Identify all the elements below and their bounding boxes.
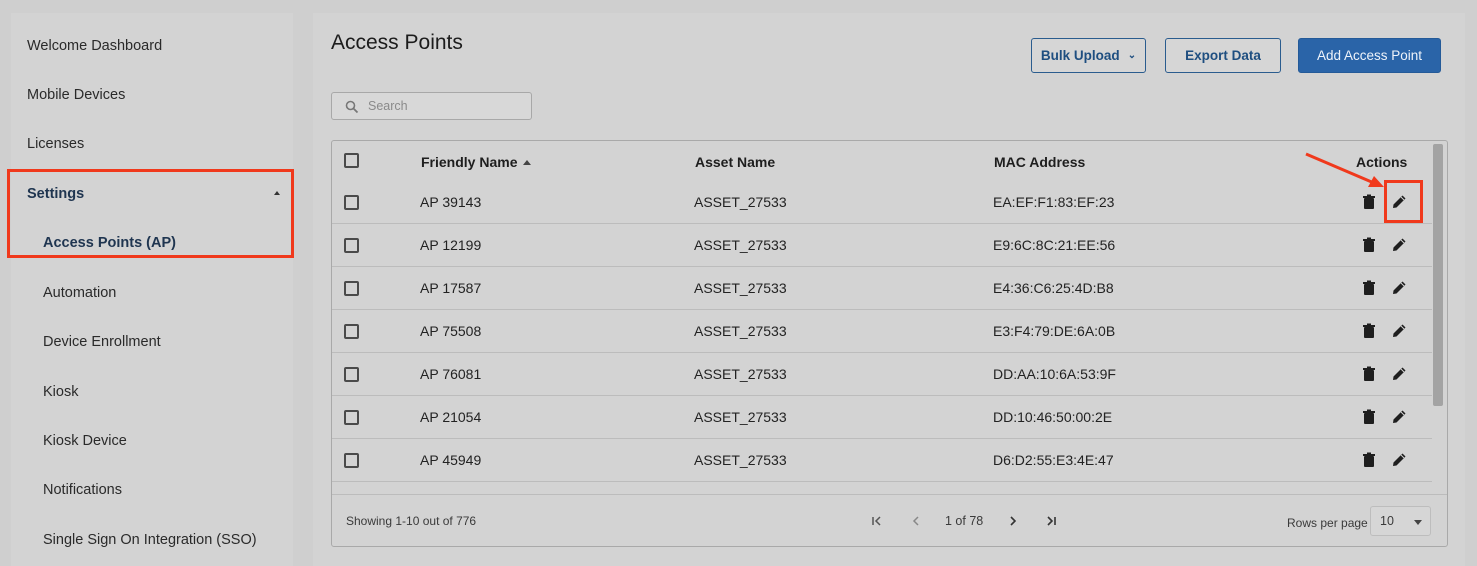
edit-icon[interactable]	[1390, 365, 1408, 383]
previous-page-button[interactable]	[910, 515, 922, 530]
sidebar-item-automation[interactable]: Automation	[43, 285, 116, 301]
first-page-button[interactable]	[871, 515, 883, 530]
cell-friendly-name: AP 21054	[420, 409, 482, 425]
chevron-left-icon	[912, 516, 919, 526]
sort-ascending-icon[interactable]	[523, 160, 532, 165]
chevron-up-icon[interactable]	[274, 191, 280, 195]
cell-mac-address: E3:F4:79:DE:6A:0B	[993, 323, 1116, 339]
search-box	[331, 92, 532, 120]
edit-icon[interactable]	[1390, 193, 1408, 211]
showing-count: Showing 1-10 out of 776	[346, 514, 477, 528]
table-row[interactable]: AP 45949 ASSET_27533 D6:D2:55:E3:4E:47	[332, 439, 1432, 482]
chevron-down-icon: ⌄	[1127, 50, 1137, 61]
column-asset-name[interactable]: Asset Name	[695, 154, 775, 170]
delete-icon[interactable]	[1360, 193, 1378, 211]
table-row[interactable]: AP 12199 ASSET_27533 E9:6C:8C:21:EE:56	[332, 224, 1432, 267]
delete-icon[interactable]	[1360, 236, 1378, 254]
cell-asset-name: ASSET_27533	[694, 237, 787, 253]
sidebar-item-mobile-devices[interactable]: Mobile Devices	[27, 87, 125, 103]
cell-friendly-name: AP 75508	[420, 323, 482, 339]
page-title: Access Points	[331, 31, 463, 54]
cell-mac-address: DD:AA:10:6A:53:9F	[993, 366, 1116, 382]
rows-per-page-label: Rows per page	[1287, 516, 1368, 530]
column-friendly-name[interactable]: Friendly Name	[421, 154, 532, 170]
cell-asset-name: ASSET_27533	[694, 452, 787, 468]
sidebar-item-device-enrollment[interactable]: Device Enrollment	[43, 334, 161, 350]
cell-friendly-name: AP 76081	[420, 366, 482, 382]
edit-icon[interactable]	[1390, 279, 1408, 297]
edit-icon[interactable]	[1390, 236, 1408, 254]
table-row[interactable]: AP 75508 ASSET_27533 E3:F4:79:DE:6A:0B	[332, 310, 1432, 353]
bulk-upload-button[interactable]: Bulk Upload ⌄	[1031, 38, 1146, 73]
chevron-right-icon	[1010, 516, 1017, 526]
delete-icon[interactable]	[1360, 408, 1378, 426]
delete-icon[interactable]	[1360, 322, 1378, 340]
row-checkbox[interactable]	[344, 324, 359, 339]
delete-icon[interactable]	[1360, 279, 1378, 297]
cell-mac-address: E9:6C:8C:21:EE:56	[993, 237, 1116, 253]
table-row[interactable]: AP 76081 ASSET_27533 DD:AA:10:6A:53:9F	[332, 353, 1432, 396]
column-mac-address[interactable]: MAC Address	[994, 154, 1085, 170]
rows-per-page-select[interactable]: 10	[1370, 506, 1431, 536]
access-points-table: Friendly Name Asset Name MAC Address Act…	[331, 140, 1448, 547]
sidebar: Welcome Dashboard Mobile Devices License…	[11, 13, 293, 566]
export-data-button[interactable]: Export Data	[1165, 38, 1281, 73]
cell-friendly-name: AP 17587	[420, 280, 482, 296]
main-panel: Access Points Bulk Upload ⌄ Export Data …	[313, 13, 1465, 566]
column-actions: Actions	[1356, 154, 1408, 170]
sidebar-item-kiosk-device[interactable]: Kiosk Device	[43, 433, 127, 449]
add-access-point-button[interactable]: Add Access Point	[1298, 38, 1441, 73]
sidebar-item-welcome-dashboard[interactable]: Welcome Dashboard	[27, 38, 162, 54]
sidebar-item-kiosk[interactable]: Kiosk	[43, 384, 78, 400]
delete-icon[interactable]	[1360, 365, 1378, 383]
cell-friendly-name: AP 39143	[420, 194, 482, 210]
first-page-icon	[872, 516, 881, 526]
cell-mac-address: D6:D2:55:E3:4E:47	[993, 452, 1114, 468]
delete-icon[interactable]	[1360, 451, 1378, 469]
last-page-icon	[1047, 516, 1056, 526]
table-footer: Showing 1-10 out of 776 1 of 78 Rows per…	[332, 494, 1447, 546]
search-icon	[345, 100, 359, 114]
row-checkbox[interactable]	[344, 281, 359, 296]
cell-asset-name: ASSET_27533	[694, 409, 787, 425]
select-all-checkbox[interactable]	[344, 153, 359, 168]
sidebar-item-settings[interactable]: Settings	[27, 186, 84, 202]
cell-mac-address: EA:EF:F1:83:EF:23	[993, 194, 1115, 210]
last-page-button[interactable]	[1045, 515, 1057, 530]
row-checkbox[interactable]	[344, 195, 359, 210]
search-input[interactable]	[368, 95, 526, 117]
table-row[interactable]: AP 17587 ASSET_27533 E4:36:C6:25:4D:B8	[332, 267, 1432, 310]
sidebar-item-notifications[interactable]: Notifications	[43, 482, 122, 498]
table-header: Friendly Name Asset Name MAC Address Act…	[332, 141, 1432, 181]
table-row[interactable]: AP 21054 ASSET_27533 DD:10:46:50:00:2E	[332, 396, 1432, 439]
cell-mac-address: DD:10:46:50:00:2E	[993, 409, 1113, 425]
cell-asset-name: ASSET_27533	[694, 194, 787, 210]
sidebar-item-sso[interactable]: Single Sign On Integration (SSO)	[43, 532, 257, 548]
sidebar-item-licenses[interactable]: Licenses	[27, 136, 84, 152]
cell-asset-name: ASSET_27533	[694, 366, 787, 382]
cell-friendly-name: AP 12199	[420, 237, 482, 253]
cell-asset-name: ASSET_27533	[694, 280, 787, 296]
edit-icon[interactable]	[1390, 451, 1408, 469]
edit-icon[interactable]	[1390, 408, 1408, 426]
bulk-upload-label: Bulk Upload	[1040, 48, 1120, 63]
row-checkbox[interactable]	[344, 367, 359, 382]
cell-mac-address: E4:36:C6:25:4D:B8	[993, 280, 1114, 296]
table-row[interactable]: AP 39143 ASSET_27533 EA:EF:F1:83:EF:23	[332, 181, 1432, 224]
row-checkbox[interactable]	[344, 238, 359, 253]
page-indicator: 1 of 78	[945, 514, 984, 528]
sidebar-item-access-points[interactable]: Access Points (AP)	[43, 235, 176, 251]
cell-asset-name: ASSET_27533	[694, 323, 787, 339]
vertical-scrollbar[interactable]	[1433, 144, 1443, 406]
next-page-button[interactable]	[1007, 515, 1019, 530]
row-checkbox[interactable]	[344, 410, 359, 425]
cell-friendly-name: AP 45949	[420, 452, 482, 468]
caret-down-icon	[1414, 520, 1422, 525]
column-friendly-name-label: Friendly Name	[421, 154, 518, 170]
edit-icon[interactable]	[1390, 322, 1408, 340]
row-checkbox[interactable]	[344, 453, 359, 468]
rows-per-page-value: 10	[1380, 514, 1394, 528]
